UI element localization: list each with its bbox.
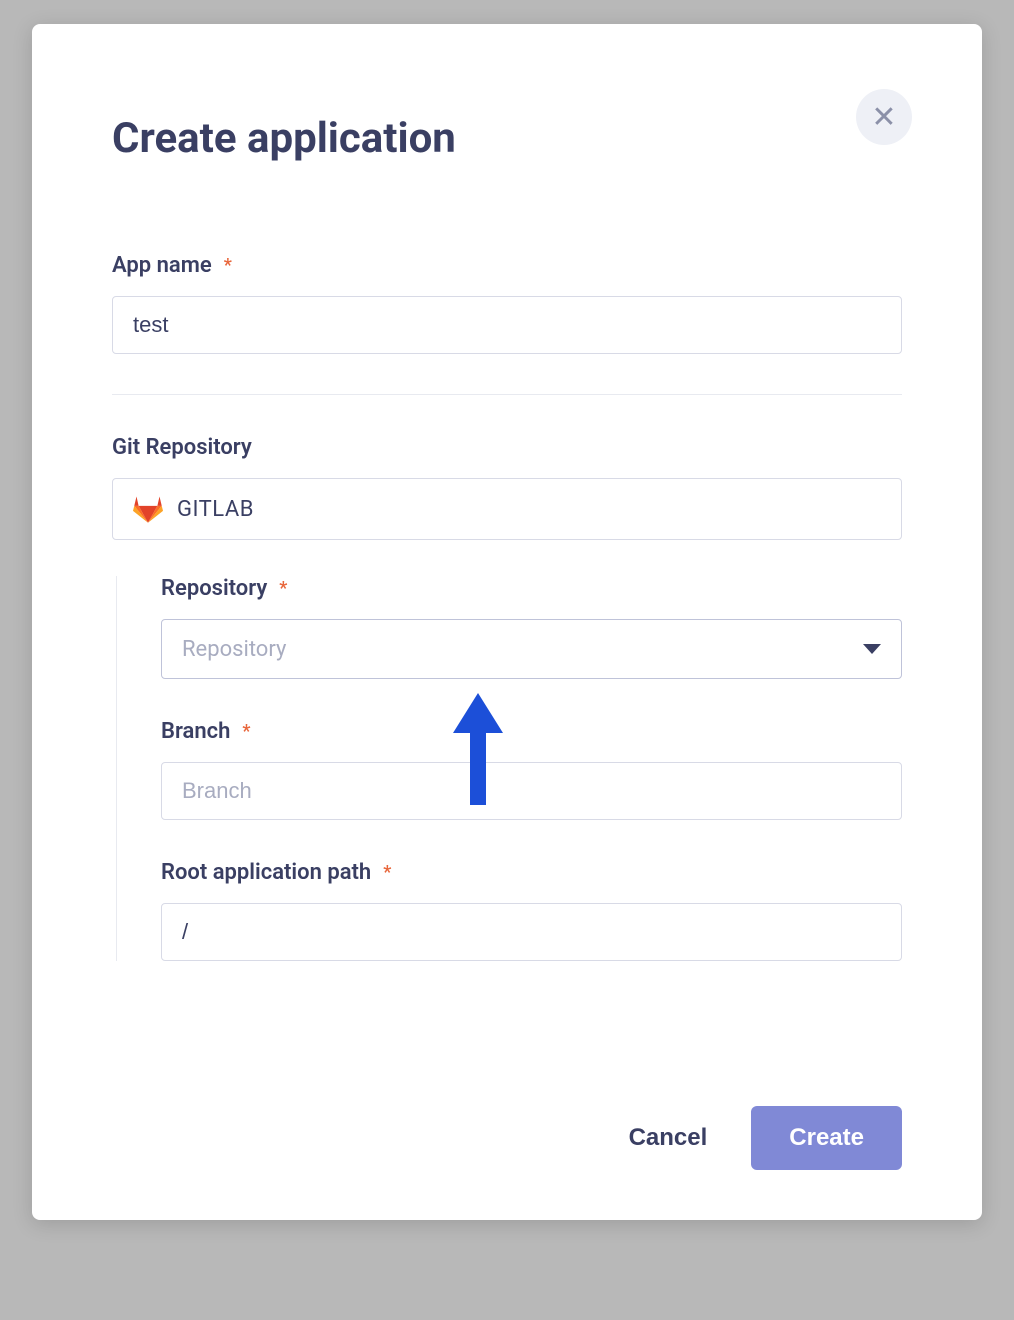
- provider-name: GITLAB: [177, 497, 254, 522]
- git-provider-select[interactable]: GITLAB: [112, 478, 902, 540]
- repository-field-group: Repository * Repository: [161, 576, 902, 679]
- create-application-modal: ✕ Create application App name * Git Repo…: [32, 24, 982, 1220]
- repository-placeholder: Repository: [182, 637, 286, 662]
- branch-field-group: Branch *: [161, 719, 902, 820]
- branch-input[interactable]: [161, 762, 902, 820]
- repository-nested-section: Repository * Repository Branch * Root ap…: [116, 576, 902, 961]
- gitlab-icon: [133, 494, 163, 524]
- root-path-label: Root application path *: [161, 860, 902, 885]
- repository-select[interactable]: Repository: [161, 619, 902, 679]
- branch-label: Branch *: [161, 719, 902, 744]
- required-indicator: *: [383, 862, 391, 883]
- git-repository-label: Git Repository: [112, 435, 902, 460]
- required-indicator: *: [224, 255, 232, 276]
- chevron-down-icon: [863, 644, 881, 654]
- app-name-label: App name *: [112, 253, 902, 278]
- modal-title: Create application: [112, 114, 902, 163]
- git-repository-section: Git Repository GITLAB Repository * Re: [112, 435, 902, 961]
- cancel-button[interactable]: Cancel: [629, 1124, 708, 1152]
- close-button[interactable]: ✕: [856, 89, 912, 145]
- required-indicator: *: [242, 721, 250, 742]
- repository-label: Repository *: [161, 576, 902, 601]
- create-button[interactable]: Create: [751, 1106, 902, 1170]
- divider: [112, 394, 902, 395]
- root-path-input[interactable]: [161, 903, 902, 961]
- modal-footer: Cancel Create: [112, 1076, 902, 1170]
- app-name-input[interactable]: [112, 296, 902, 354]
- app-name-field-group: App name *: [112, 253, 902, 354]
- required-indicator: *: [279, 578, 287, 599]
- close-icon: ✕: [871, 100, 896, 135]
- root-path-field-group: Root application path *: [161, 860, 902, 961]
